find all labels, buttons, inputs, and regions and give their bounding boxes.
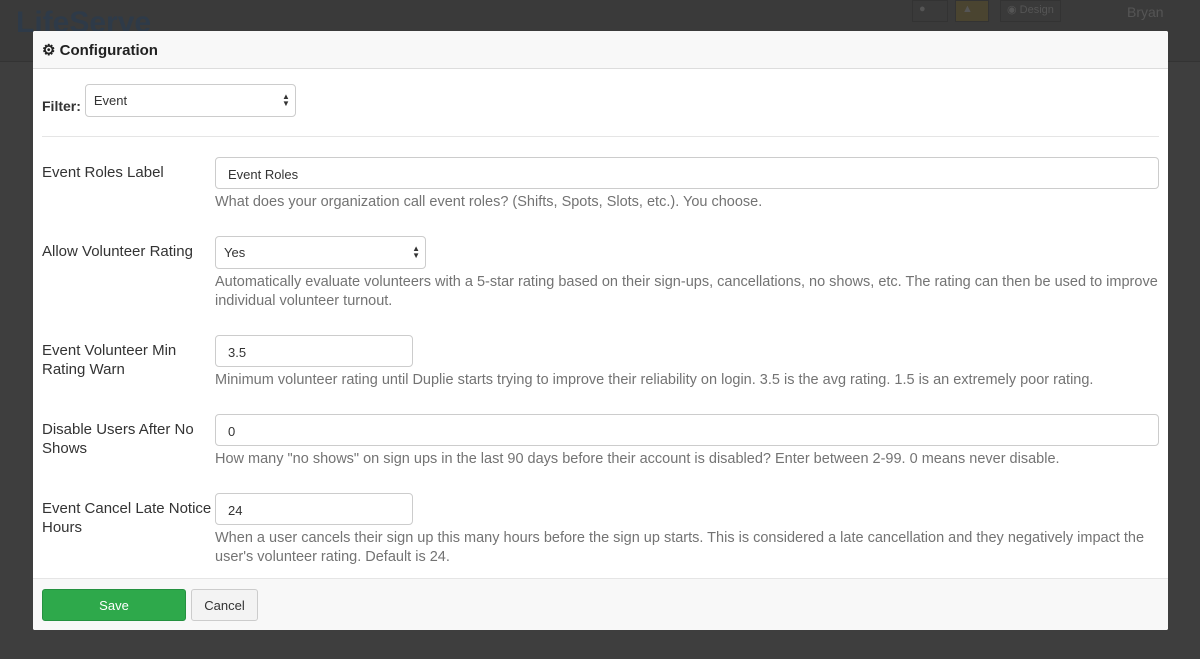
- field-disable-users-no-shows: Disable Users After No Shows 0 How many …: [42, 414, 1159, 469]
- select-arrows-icon: ▲ ▼: [412, 244, 420, 260]
- field-cancel-late-notice-hours: Event Cancel Late Notice Hours 24 When a…: [42, 493, 1159, 567]
- filter-row: Filter: Event ▲ ▼: [42, 69, 1159, 137]
- gear-icon: ⚙: [42, 42, 56, 59]
- event-roles-label-input[interactable]: Event Roles: [215, 157, 1159, 189]
- eye-icon: ◉: [1007, 4, 1017, 16]
- modal-header: ⚙ Configuration: [33, 31, 1168, 69]
- chat-button: ●: [912, 0, 948, 22]
- save-button[interactable]: Save: [42, 589, 186, 621]
- filter-select[interactable]: Event ▲ ▼: [84, 84, 296, 117]
- allow-volunteer-rating-select[interactable]: Yes ▲ ▼: [215, 236, 426, 269]
- field-event-roles-label: Event Roles Label Event Roles What does …: [42, 157, 1159, 212]
- cancel-button[interactable]: Cancel: [191, 589, 258, 621]
- modal-body[interactable]: Filter: Event ▲ ▼ Event Roles Label Event …: [33, 69, 1168, 578]
- field-min-rating-warn: Event Volunteer Min Rating Warn 3.5 Mini…: [42, 335, 1159, 390]
- field-allow-volunteer-rating: Allow Volunteer Rating Yes ▲ ▼ Automatical…: [42, 236, 1159, 311]
- filter-label: Filter:: [42, 97, 81, 114]
- user-menu: Bryan: [1127, 4, 1164, 20]
- select-arrows-icon: ▲ ▼: [281, 92, 290, 108]
- modal-footer: Save Cancel: [33, 578, 1168, 630]
- design-button: ◉ Design: [1000, 0, 1061, 22]
- min-rating-warn-input[interactable]: 3.5: [215, 335, 413, 367]
- bell-button: ▲: [955, 0, 989, 22]
- configuration-modal: ⚙ Configuration Filter: Event ▲ ▼ Event Ro…: [33, 31, 1168, 630]
- disable-users-no-shows-input[interactable]: 0: [215, 414, 1159, 446]
- modal-title: Configuration: [59, 42, 158, 59]
- cancel-late-notice-hours-input[interactable]: 24: [215, 493, 413, 525]
